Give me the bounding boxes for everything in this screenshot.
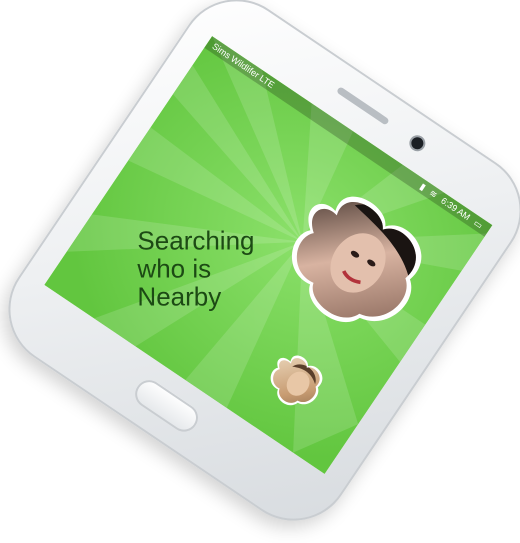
phone-frame: Sims Wildlifer LTE ▮ ≋ 6:39 AM ▭ Searchi… [0, 0, 520, 543]
signal-icon: ▮ [417, 181, 428, 193]
wifi-icon: ≋ [427, 187, 440, 201]
searching-nearby-text: Searching who is Nearby [137, 225, 255, 312]
